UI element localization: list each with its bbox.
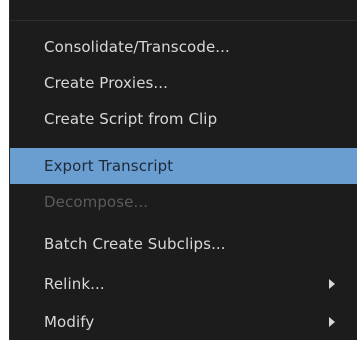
menu-item-label: Relink... bbox=[44, 275, 105, 293]
menu-item-export-transcript[interactable]: Export Transcript bbox=[10, 148, 357, 184]
menu-item-label: Modify bbox=[44, 313, 95, 331]
menu-item-decompose: Decompose... bbox=[10, 184, 357, 220]
triangle-right-icon bbox=[329, 279, 335, 289]
screenshot-canvas: Consolidate/Transcode... Create Proxies.… bbox=[0, 0, 357, 340]
context-menu: Consolidate/Transcode... Create Proxies.… bbox=[9, 0, 357, 340]
menu-item-modify[interactable]: Modify bbox=[10, 304, 357, 340]
triangle-right-icon bbox=[329, 317, 335, 327]
menu-item-label: Batch Create Subclips... bbox=[44, 235, 226, 253]
menu-item-label: Create Proxies... bbox=[44, 74, 169, 92]
menu-item-label: Export Transcript bbox=[44, 157, 174, 175]
menu-item-consolidate-transcode[interactable]: Consolidate/Transcode... bbox=[10, 29, 357, 65]
menu-top-edge bbox=[10, 0, 357, 21]
menu-item-label: Create Script from Clip bbox=[44, 110, 218, 128]
menu-item-batch-create-subclips[interactable]: Batch Create Subclips... bbox=[10, 226, 357, 262]
menu-item-relink[interactable]: Relink... bbox=[10, 266, 357, 302]
menu-item-create-proxies[interactable]: Create Proxies... bbox=[10, 65, 357, 101]
menu-item-label: Consolidate/Transcode... bbox=[44, 38, 230, 56]
menu-item-label: Decompose... bbox=[44, 193, 149, 211]
menu-item-create-script-from-clip[interactable]: Create Script from Clip bbox=[10, 101, 357, 137]
